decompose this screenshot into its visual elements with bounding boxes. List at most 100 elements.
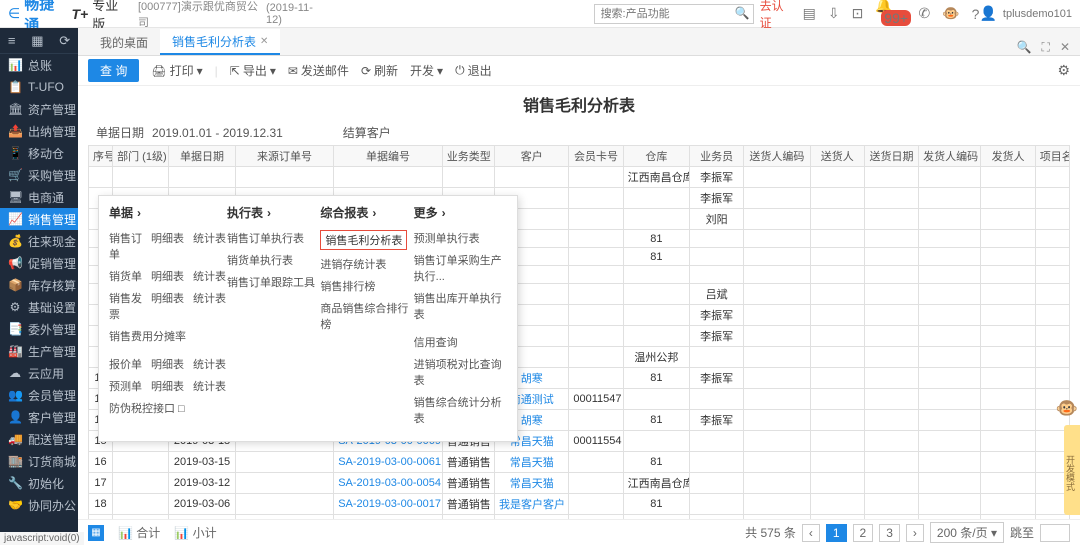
help-icon[interactable]: ? [972, 6, 980, 22]
sidebar-item-16[interactable]: 👤客户管理 [0, 406, 78, 428]
column-header[interactable]: 仓库 [623, 146, 689, 167]
search-tab-icon[interactable]: 🔍 [1017, 40, 1032, 55]
username-label[interactable]: tplusdemo101 [1003, 8, 1072, 20]
table-cell[interactable]: 常昌天猫 [495, 452, 569, 473]
sidebar-item-2[interactable]: 🏛资产管理 [0, 98, 78, 120]
column-header[interactable]: 送货人 [810, 146, 864, 167]
sidebar-item-13[interactable]: 🏭生产管理 [0, 340, 78, 362]
column-header[interactable]: 会员卡号 [569, 146, 623, 167]
user-icon[interactable]: 👤 [979, 5, 996, 22]
table-cell[interactable]: 多收款 [495, 515, 569, 520]
mega-item[interactable]: 销售排行榜 [320, 278, 375, 294]
bell-icon[interactable]: 🔔99+ [875, 0, 906, 30]
search-icon[interactable]: 🔍 [735, 6, 750, 20]
sidebar-item-18[interactable]: 🏬订货商城 [0, 450, 78, 472]
column-header[interactable]: 业务类型 [442, 146, 494, 167]
table-row[interactable]: 江西南昌仓库1李振军 [89, 167, 1070, 188]
mega-item[interactable]: 销售订单跟踪工具 [227, 274, 315, 290]
mega-item[interactable]: 明细表 [151, 230, 185, 262]
column-header[interactable]: 业务员 [690, 146, 744, 167]
column-header[interactable]: 序号 [89, 146, 113, 167]
mega-item[interactable]: 防伪税控接口 □ [109, 400, 185, 416]
table-cell[interactable]: SA-2019-03-00-0054 [334, 473, 443, 494]
menu-icon[interactable]: ≡ [8, 33, 16, 48]
global-search-input[interactable] [594, 4, 754, 24]
toggle-chart-icon[interactable]: ▦ [88, 525, 104, 541]
mega-item[interactable]: 销货单 [109, 268, 143, 284]
column-header[interactable]: 单据日期 [169, 146, 235, 167]
download-icon[interactable]: ⇩ [828, 5, 840, 22]
report-table[interactable]: 序号部门 (1级)单据日期来源订单号单据编号业务类型客户会员卡号仓库业务员送货人… [88, 145, 1070, 519]
sidebar-item-19[interactable]: 🔧初始化 [0, 472, 78, 494]
mega-item[interactable]: 销售订单执行表 [227, 230, 304, 246]
mega-item[interactable]: 统计表 [193, 356, 227, 372]
mega-item[interactable]: 统计表 [193, 290, 227, 322]
mega-item[interactable]: 销售订单采购生产执行... [414, 252, 507, 284]
sidebar-item-7[interactable]: 📈销售管理 [0, 208, 78, 230]
column-header[interactable]: 部门 (1级) [113, 146, 169, 167]
mega-item[interactable]: 统计表 [193, 268, 227, 284]
mega-item[interactable]: 进销存统计表 [320, 256, 386, 272]
mega-item[interactable]: 信用查询 [414, 334, 458, 350]
sidebar-item-3[interactable]: 📤出纳管理 [0, 120, 78, 142]
mega-item[interactable]: 预测单执行表 [414, 230, 480, 246]
table-cell[interactable]: 常昌天猫 [495, 473, 569, 494]
table-cell[interactable]: SA-2019-03-00-0024 [334, 515, 443, 520]
column-header[interactable]: 送货日期 [864, 146, 918, 167]
sidebar-item-10[interactable]: 📦库存核算 [0, 274, 78, 296]
summary-icon[interactable]: 📊 合计 [118, 524, 160, 541]
chat-icon[interactable]: ⊡ [852, 5, 864, 22]
table-cell[interactable]: SA-2019-03-00-0061 [334, 452, 443, 473]
page-1-button[interactable]: 1 [826, 524, 847, 542]
table-row[interactable]: 162019-03-15SA-2019-03-00-0061普通销售常昌天猫81 [89, 452, 1070, 473]
dev-mode-tag[interactable]: 开发模式 [1064, 425, 1080, 515]
monkey-icon[interactable]: 🐵 [942, 5, 959, 22]
sidebar-item-1[interactable]: 📋T-UFO [0, 76, 78, 98]
column-header[interactable]: 发货人编码 [919, 146, 981, 167]
mega-item[interactable]: 销售毛利分析表 [320, 230, 407, 250]
phone-icon[interactable]: ✆ [919, 5, 931, 22]
auth-link[interactable]: 去认证 [760, 0, 793, 31]
grid-icon[interactable]: ▦ [31, 33, 43, 49]
sidebar-item-9[interactable]: 📢促销管理 [0, 252, 78, 274]
mega-item[interactable]: 销售发票 [109, 290, 143, 322]
mega-item[interactable]: 统计表 [193, 378, 227, 394]
mega-item[interactable]: 销货单执行表 [227, 252, 293, 268]
export-button[interactable]: ⇱导出▾ [230, 62, 276, 79]
column-header[interactable]: 客户 [495, 146, 569, 167]
assistant-icon[interactable]: 🐵 [1056, 398, 1078, 419]
mega-item[interactable]: 销售出库开单执行表 [414, 290, 507, 322]
column-header[interactable]: 送货人编码 [744, 146, 810, 167]
develop-button[interactable]: 开发▾ [410, 62, 443, 79]
mega-item[interactable]: 销售费用分摊率 [109, 328, 186, 344]
sidebar-item-0[interactable]: 📊总账 [0, 54, 78, 76]
table-row[interactable]: 192019-03-07SA-2019-03-00-0024普通销售多收款81 [89, 515, 1070, 520]
close-icon[interactable]: ✕ [260, 36, 268, 47]
tab-1[interactable]: 销售毛利分析表✕ [160, 29, 280, 55]
sidebar-item-4[interactable]: 📱移动仓 [0, 142, 78, 164]
page-3-button[interactable]: 3 [879, 524, 900, 542]
send-mail-button[interactable]: ✉发送邮件 [288, 62, 349, 79]
column-header[interactable]: 单据编号 [334, 146, 443, 167]
page-size-select[interactable]: 200 条/页 ▾ [930, 522, 1004, 543]
table-cell[interactable]: SA-2019-03-00-0017 [334, 494, 443, 515]
sidebar-item-15[interactable]: 👥会员管理 [0, 384, 78, 406]
print-button[interactable]: 🖨打印▾ [151, 62, 202, 79]
page-2-button[interactable]: 2 [853, 524, 874, 542]
sidebar-item-14[interactable]: ☁云应用 [0, 362, 78, 384]
exit-button[interactable]: ⏻退出 [455, 62, 492, 79]
mega-item[interactable]: 进销项税对比查询表 [414, 356, 507, 388]
next-page-button[interactable]: › [906, 524, 924, 542]
mega-item[interactable]: 统计表 [193, 230, 227, 262]
table-row[interactable]: 172019-03-12SA-2019-03-00-0054普通销售常昌天猫江西… [89, 473, 1070, 494]
table-cell[interactable]: 我是客户客户 [495, 494, 569, 515]
mega-item[interactable]: 销售综合统计分析表 [414, 394, 507, 426]
sidebar-item-5[interactable]: 🛒采购管理 [0, 164, 78, 186]
mega-item[interactable]: 报价单 [109, 356, 143, 372]
refresh-icon[interactable]: ⟳ [59, 33, 70, 49]
refresh-button[interactable]: ⟳刷新 [361, 62, 398, 79]
mega-item[interactable]: 预测单 [109, 378, 143, 394]
sidebar-item-8[interactable]: 💰往来现金 [0, 230, 78, 252]
mega-item[interactable]: 明细表 [151, 290, 185, 322]
mega-item[interactable]: 明细表 [151, 356, 185, 372]
